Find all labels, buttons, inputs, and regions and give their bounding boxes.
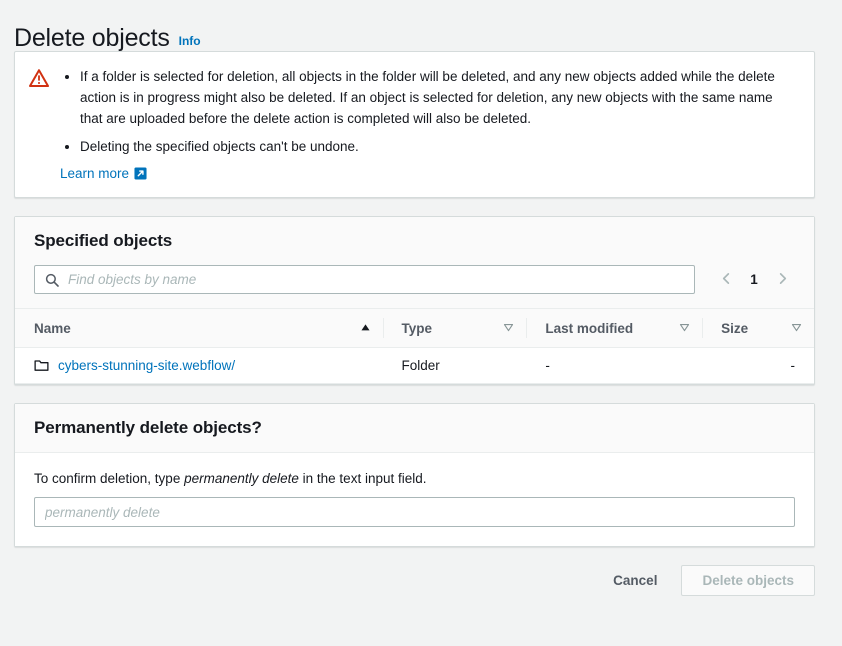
confirm-instruction: To confirm deletion, type permanently de…	[34, 469, 795, 488]
table-row: cybers-stunning-site.webflow/ Folder - -	[15, 348, 814, 384]
pagination-page-1[interactable]: 1	[741, 267, 767, 293]
cell-name: cybers-stunning-site.webflow/	[15, 348, 383, 384]
chevron-left-icon	[720, 272, 733, 288]
page-title: Delete objects	[14, 19, 170, 57]
pagination: 1	[713, 267, 795, 293]
column-header-last-modified-label: Last modified	[545, 321, 633, 336]
pagination-next-button[interactable]	[769, 267, 795, 293]
cell-last-modified: -	[526, 348, 702, 384]
sort-none-icon	[791, 321, 802, 336]
sort-none-icon	[503, 321, 514, 336]
objects-table-head: Name Type	[15, 309, 814, 348]
search-icon	[45, 273, 59, 287]
specified-objects-card: Specified objects	[14, 216, 815, 385]
chevron-right-icon	[776, 272, 789, 288]
info-link[interactable]: Info	[179, 34, 201, 48]
confirm-delete-title: Permanently delete objects?	[34, 418, 795, 438]
column-header-size-label: Size	[721, 321, 748, 336]
sort-none-icon	[679, 321, 690, 336]
specified-objects-header: Specified objects	[15, 217, 814, 251]
cancel-button[interactable]: Cancel	[603, 567, 667, 594]
confirm-delete-body: To confirm deletion, type permanently de…	[15, 453, 814, 546]
object-name-link[interactable]: cybers-stunning-site.webflow/	[58, 358, 235, 373]
list-item: If a folder is selected for deletion, al…	[80, 66, 798, 129]
search-input[interactable]	[68, 272, 684, 287]
confirm-delete-header: Permanently delete objects?	[15, 404, 814, 453]
objects-table-body: cybers-stunning-site.webflow/ Folder - -	[15, 348, 814, 384]
confirm-delete-card: Permanently delete objects? To confirm d…	[14, 403, 815, 547]
external-link-icon	[134, 167, 147, 180]
warning-alert-body: If a folder is selected for deletion, al…	[58, 66, 798, 183]
column-header-name[interactable]: Name	[15, 309, 383, 348]
confirm-instruction-suffix: in the text input field.	[299, 471, 427, 486]
confirm-instruction-emphasis: permanently delete	[184, 471, 299, 486]
learn-more-link[interactable]: Learn more	[60, 166, 147, 181]
column-header-type-label: Type	[402, 321, 433, 336]
column-header-size[interactable]: Size	[702, 309, 814, 348]
objects-table: Name Type	[15, 308, 814, 384]
warning-bullet-list: If a folder is selected for deletion, al…	[58, 66, 798, 157]
folder-icon	[34, 358, 49, 373]
list-item: Deleting the specified objects can't be …	[80, 136, 798, 157]
dialog-footer: Cancel Delete objects	[0, 547, 842, 596]
table-header-row: Name Type	[15, 309, 814, 348]
warning-alert: If a folder is selected for deletion, al…	[14, 51, 815, 198]
page-header: Delete objects Info	[0, 0, 842, 42]
pagination-prev-button[interactable]	[713, 267, 739, 293]
sort-ascending-icon	[360, 321, 371, 336]
objects-filter-row: 1	[15, 251, 814, 308]
column-header-last-modified[interactable]: Last modified	[526, 309, 702, 348]
delete-objects-button[interactable]: Delete objects	[681, 565, 815, 596]
cell-size: -	[702, 348, 814, 384]
warning-triangle-icon	[29, 68, 49, 88]
specified-objects-title: Specified objects	[34, 231, 796, 251]
search-box[interactable]	[34, 265, 695, 294]
delete-objects-page: Delete objects Info If a folder is selec…	[0, 0, 842, 646]
confirm-delete-input[interactable]	[34, 497, 795, 527]
cell-type: Folder	[383, 348, 527, 384]
learn-more-label: Learn more	[60, 166, 129, 181]
column-header-name-label: Name	[34, 321, 71, 336]
column-header-type[interactable]: Type	[383, 309, 527, 348]
confirm-instruction-prefix: To confirm deletion, type	[34, 471, 184, 486]
